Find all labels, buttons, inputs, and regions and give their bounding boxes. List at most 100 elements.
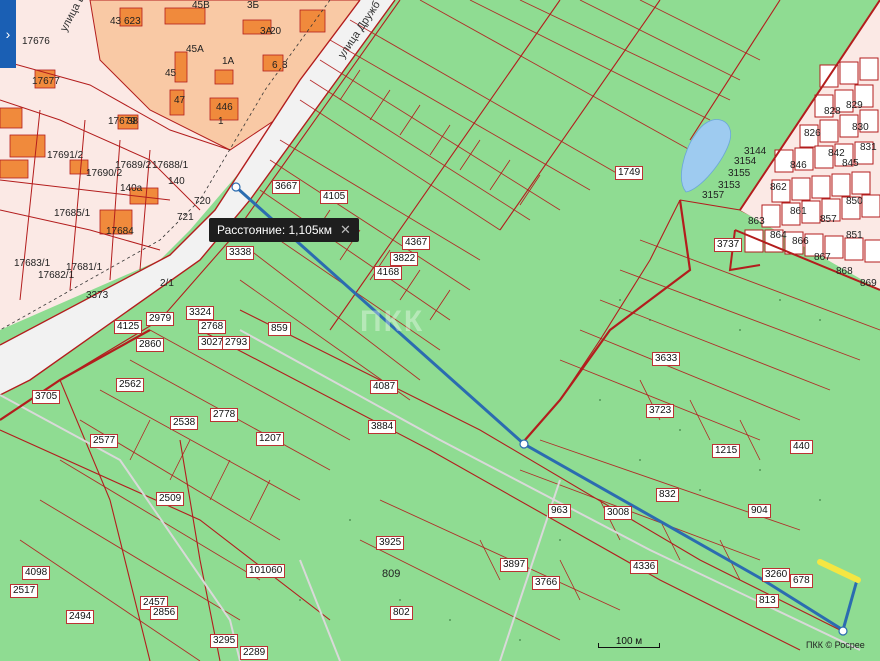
parcel-label: 862 [770, 182, 787, 193]
parcel-label: 4336 [630, 560, 659, 574]
parcel-label: 440 [790, 440, 813, 454]
close-icon[interactable]: ✕ [340, 222, 351, 238]
parcel-label: 832 [656, 488, 679, 502]
parcel-label: 2509 [156, 492, 185, 506]
parcel-label: 802 [390, 606, 413, 620]
parcel-label: 43 [110, 16, 122, 27]
parcel-label: 963 [548, 504, 571, 518]
parcel-label: 2860 [136, 338, 165, 352]
parcel-label: 2856 [150, 606, 179, 620]
parcel-label: 17676 [22, 36, 50, 47]
parcel-label: 3157 [702, 190, 725, 201]
parcel-label: 3Б [247, 0, 260, 11]
parcel-label: 140 [168, 176, 185, 187]
parcel-label: 2/1 [160, 278, 174, 289]
parcel-label: 17688/1 [152, 160, 189, 171]
parcel-label: 851 [846, 230, 863, 241]
parcel-label: 20 [270, 26, 282, 37]
parcel-label: 904 [748, 504, 771, 518]
watermark: ПКК [360, 305, 425, 338]
parcel-label: 3897 [500, 558, 529, 572]
parcel-label: 17689/2 [115, 160, 152, 171]
parcel-label: 720 [194, 196, 211, 207]
parcel-label: 3723 [646, 404, 675, 418]
parcel-label: 678 [790, 574, 813, 588]
parcel-label: 3338 [226, 246, 255, 260]
parcel-label: 721 [177, 212, 194, 223]
parcel-label: 828 [824, 106, 841, 117]
parcel-label: 3705 [32, 390, 61, 404]
scale-bar-line [598, 643, 660, 648]
parcel-label: 3008 [604, 506, 633, 520]
parcel-label: 45В [192, 0, 210, 11]
parcel-label: 2494 [66, 610, 95, 624]
parcel-label: 864 [770, 230, 787, 241]
parcel-label: 45А [186, 44, 204, 55]
parcel-label: 4168 [374, 266, 403, 280]
parcel-label: 17684 [106, 226, 134, 237]
parcel-label: 3260 [762, 568, 791, 582]
parcel-label: 101060 [246, 564, 286, 578]
attribution: ПКК © Росрее [806, 640, 865, 650]
parcel-label: 4367 [402, 236, 431, 250]
parcel-label: 1А [222, 56, 235, 67]
parcel-label: 17685/1 [54, 208, 91, 219]
parcel-label: 47 [174, 95, 186, 106]
parcel-label: 867 [814, 252, 831, 263]
parcel-label: 2768 [198, 320, 227, 334]
parcel-label: 2289 [240, 646, 269, 660]
parcel-label: 3925 [376, 536, 405, 550]
parcel-label: 3633 [652, 352, 681, 366]
parcel-label: 826 [804, 128, 821, 139]
parcel-label: 1749 [615, 166, 644, 180]
parcel-label: 3155 [728, 168, 751, 179]
parcel-label: 1215 [712, 444, 741, 458]
parcel-label: 3 [282, 60, 288, 71]
parcel-label: 4125 [114, 320, 143, 334]
parcel-label: 17681/1 [66, 262, 103, 273]
parcel-label: 140а [120, 183, 143, 194]
distance-label: Расстояние: 1,105км [217, 223, 333, 237]
parcel-label: 446 [216, 102, 233, 113]
parcel-label: 2517 [10, 584, 39, 598]
parcel-label: 845 [842, 158, 859, 169]
parcel-label: 1 [218, 116, 224, 127]
parcel-label: 2562 [116, 378, 145, 392]
parcel-label: 3154 [734, 156, 757, 167]
parcel-label: 859 [268, 322, 291, 336]
parcel-label: 866 [792, 236, 809, 247]
parcel-label: 857 [820, 214, 837, 225]
sidebar-toggle-button[interactable]: › [0, 0, 16, 68]
parcel-label: 3737 [714, 238, 743, 252]
distance-tooltip: Расстояние: 1,105км ✕ [209, 218, 359, 242]
parcel-label: 17691/2 [47, 150, 84, 161]
parcel-label: 861 [790, 206, 807, 217]
parcel-label: 6 [272, 60, 278, 71]
parcel-label: 4098 [22, 566, 51, 580]
parcel-label: 45 [165, 68, 177, 79]
parcel-label: 3766 [532, 576, 561, 590]
parcel-label: 4105 [320, 190, 349, 204]
parcel-label: 2793 [222, 336, 251, 350]
parcel-label: 3373 [86, 290, 109, 301]
parcel-label: 863 [748, 216, 765, 227]
parcel-label: 623 [124, 16, 141, 27]
parcel-label: 846 [790, 160, 807, 171]
parcel-label: 829 [846, 100, 863, 111]
parcel-label: 2577 [90, 434, 119, 448]
parcel-label: 850 [846, 196, 863, 207]
scale-bar: 100 м [598, 636, 660, 648]
parcel-label: 17677 [32, 76, 60, 87]
parcel-label: 3324 [186, 306, 215, 320]
parcel-label: 4087 [370, 380, 399, 394]
parcel-label: 830 [852, 122, 869, 133]
parcel-label: 869 [860, 278, 877, 289]
parcel-label: 813 [756, 594, 779, 608]
parcel-label: 3822 [390, 252, 419, 266]
parcel-label: 3295 [210, 634, 239, 648]
parcel-label: 2538 [170, 416, 199, 430]
parcel-label: 809 [382, 568, 401, 580]
parcel-label: 3667 [272, 180, 301, 194]
parcel-label: 2979 [146, 312, 175, 326]
parcel-label: 831 [860, 142, 877, 153]
